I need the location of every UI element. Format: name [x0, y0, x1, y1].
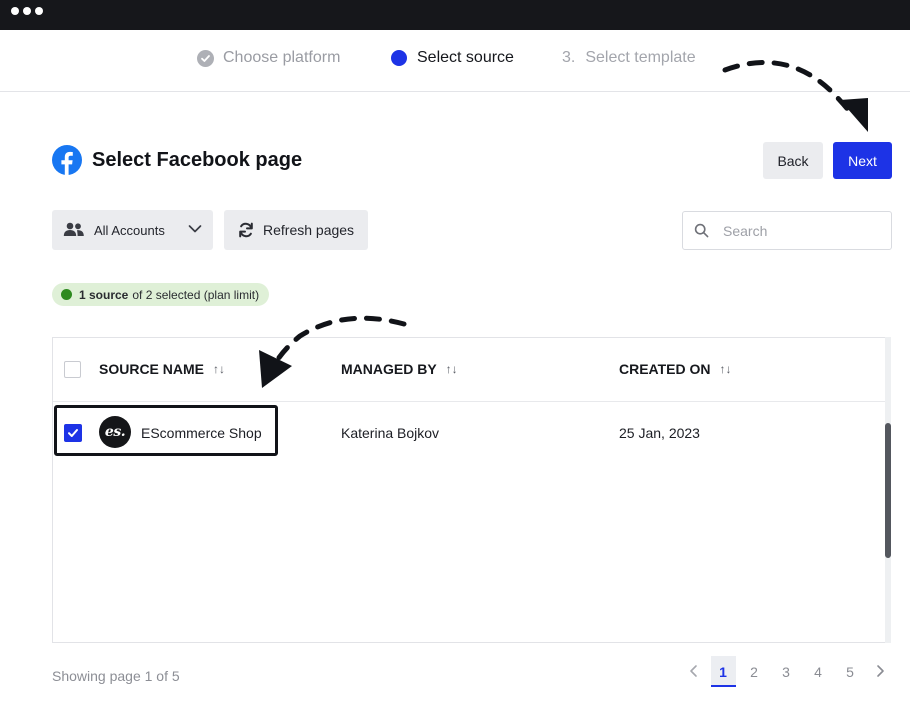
table-header: SOURCE NAME ↑↓ MANAGED BY ↑↓ CREATED ON …	[53, 338, 890, 402]
window-dot-1	[11, 7, 19, 15]
window-titlebar	[0, 0, 910, 30]
selection-highlight	[54, 405, 278, 456]
chevron-left-icon[interactable]	[684, 663, 704, 679]
plan-limit-badge: 1 source of 2 selected (plan limit)	[52, 283, 270, 306]
chevron-right-icon[interactable]	[870, 663, 890, 679]
window-dot-2	[23, 7, 31, 15]
step-label: Select source	[417, 49, 514, 66]
column-header-source-name[interactable]: SOURCE NAME ↑↓	[99, 361, 225, 377]
refresh-pages-label: Refresh pages	[263, 222, 355, 238]
created-on-cell: 25 Jan, 2023	[619, 425, 700, 441]
column-header-managed-by[interactable]: MANAGED BY ↑↓	[341, 361, 458, 377]
sources-table: SOURCE NAME ↑↓ MANAGED BY ↑↓ CREATED ON …	[52, 337, 891, 643]
page-3-button[interactable]: 3	[774, 664, 798, 680]
column-header-label: MANAGED BY	[341, 361, 437, 377]
status-dot	[61, 289, 72, 300]
window-dot-3	[35, 7, 43, 15]
managed-by-cell: Katerina Bojkov	[341, 425, 440, 441]
page-title: Select Facebook page	[92, 149, 303, 171]
facebook-icon	[52, 145, 82, 175]
refresh-icon	[239, 222, 253, 238]
refresh-pages-button[interactable]: Refresh pages	[224, 210, 368, 250]
chevron-down-icon	[188, 225, 202, 233]
pagination-summary: Showing page 1 of 5	[52, 668, 180, 684]
plan-limit-text: of 2 selected (plan limit)	[132, 287, 260, 302]
column-header-label: SOURCE NAME	[99, 361, 205, 377]
users-icon	[63, 222, 84, 236]
page-4-button[interactable]: 4	[806, 664, 830, 680]
sort-icon: ↑↓	[213, 362, 226, 376]
page-5-button[interactable]: 5	[838, 664, 862, 680]
column-header-label: CREATED ON	[619, 361, 711, 377]
step-select-source[interactable]: Select source	[391, 48, 514, 68]
next-button[interactable]: Next	[833, 142, 892, 179]
column-header-created-on[interactable]: CREATED ON ↑↓	[619, 361, 732, 377]
step-label: Select template	[585, 49, 696, 66]
page-1-button[interactable]: 1	[711, 664, 735, 680]
back-button[interactable]: Back	[763, 142, 823, 179]
step-choose-platform[interactable]: Choose platform	[197, 48, 340, 68]
search-box	[682, 211, 892, 250]
step-select-template[interactable]: 3. Select template	[562, 48, 696, 68]
check-icon	[197, 49, 214, 67]
current-page-indicator	[711, 685, 736, 687]
account-filter-label: All Accounts	[94, 223, 165, 238]
selected-count: 1 source	[79, 287, 129, 302]
search-input[interactable]	[723, 221, 883, 241]
step-number: 3.	[562, 49, 576, 66]
search-icon	[694, 223, 709, 238]
active-step-dot	[391, 50, 407, 66]
select-all-checkbox[interactable]	[64, 361, 81, 378]
sort-icon: ↑↓	[445, 362, 458, 376]
sort-icon: ↑↓	[719, 362, 732, 376]
account-filter-select[interactable]: All Accounts	[52, 210, 213, 250]
page-2-button[interactable]: 2	[742, 664, 766, 680]
stepper: Choose platform Select source 3. Select …	[0, 30, 910, 92]
scrollbar-thumb[interactable]	[885, 423, 891, 558]
step-label: Choose platform	[223, 49, 341, 66]
